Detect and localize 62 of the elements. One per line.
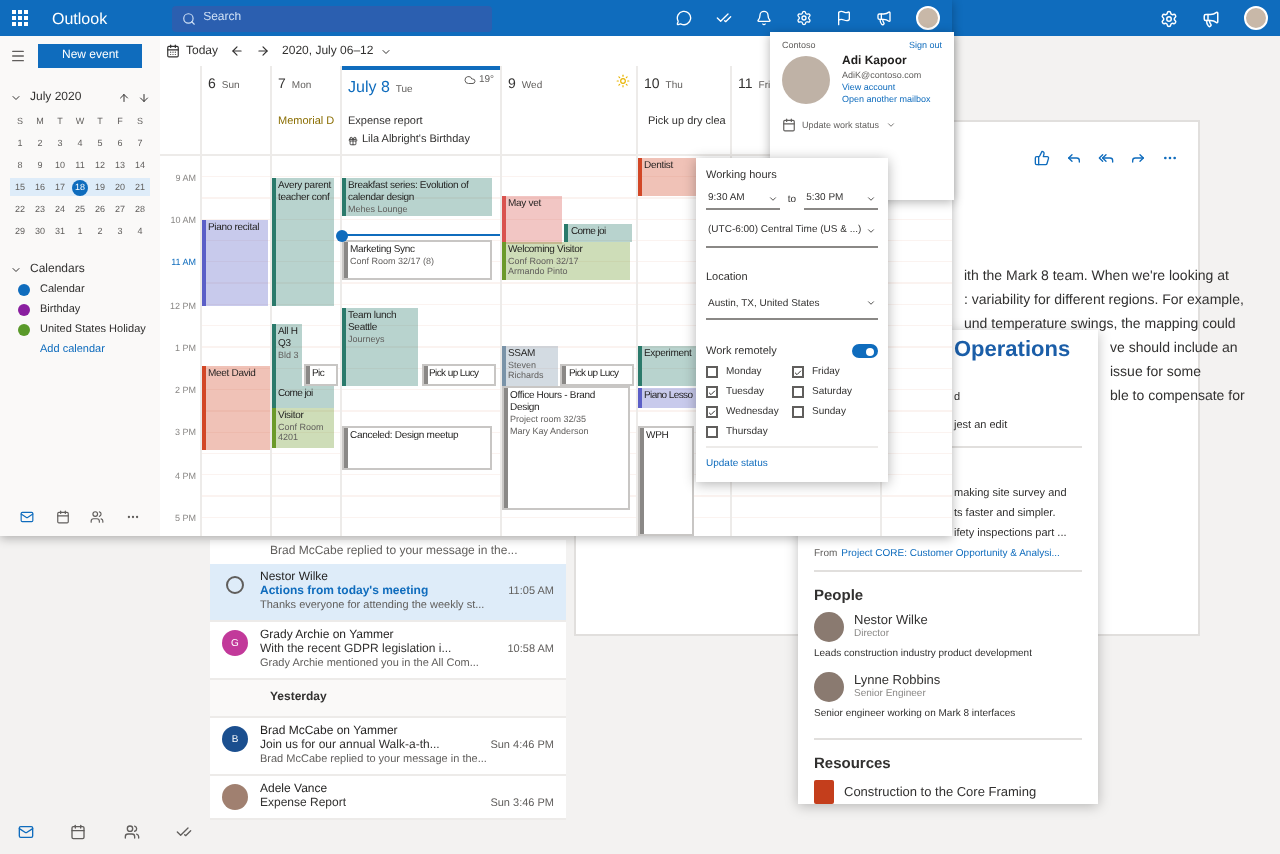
person-avatar[interactable]	[814, 672, 844, 702]
mail-icon[interactable]	[18, 824, 35, 840]
calendar-icon[interactable]	[55, 510, 70, 524]
checkbox[interactable]	[706, 406, 718, 418]
tasks-icon[interactable]	[175, 824, 192, 840]
reply-all-icon[interactable]	[1098, 150, 1114, 166]
arrow-left-icon[interactable]	[230, 44, 245, 58]
remote-toggle[interactable]	[852, 344, 878, 358]
gift-icon	[348, 135, 358, 145]
calendar-dot[interactable]	[18, 324, 30, 336]
slides-file-icon	[814, 780, 834, 804]
avatar[interactable]	[916, 6, 940, 30]
checkbox[interactable]	[792, 406, 804, 418]
forward-icon[interactable]	[1130, 150, 1146, 166]
more-icon[interactable]	[125, 510, 140, 524]
search-icon	[181, 11, 196, 25]
arrow-right-icon[interactable]	[256, 44, 271, 58]
chevron-icon[interactable]	[10, 92, 22, 104]
calendar-icon	[782, 118, 796, 132]
app-name: Outlook	[52, 9, 108, 27]
reply-icon[interactable]	[1066, 150, 1082, 166]
sun-icon	[616, 74, 630, 88]
calendar-icon[interactable]	[70, 824, 87, 840]
avatar	[222, 784, 248, 810]
chevron-icon	[866, 225, 876, 236]
calendar-dot[interactable]	[18, 284, 30, 296]
like-icon[interactable]	[1034, 150, 1050, 166]
tasks-icon[interactable]	[716, 10, 732, 26]
chevron-icon	[379, 45, 392, 57]
megaphone-icon[interactable]	[876, 10, 892, 26]
arrow-down-icon[interactable]	[138, 92, 150, 104]
chat-icon[interactable]	[676, 10, 692, 26]
people-icon[interactable]	[90, 510, 105, 524]
mail-icon[interactable]	[20, 510, 35, 524]
check-icon	[794, 367, 802, 377]
calendar-dot[interactable]	[18, 304, 30, 316]
chevron-icon	[866, 193, 877, 203]
checkbox[interactable]	[706, 386, 718, 398]
select-circle[interactable]	[226, 576, 244, 594]
profile-avatar	[782, 56, 830, 104]
topic-title: Operations	[954, 336, 1071, 366]
arrow-up-icon[interactable]	[118, 92, 130, 104]
app-launcher-icon[interactable]	[12, 10, 28, 26]
chevron-icon[interactable]	[10, 264, 22, 276]
avatar[interactable]	[1244, 6, 1268, 30]
bell-icon[interactable]	[756, 10, 772, 26]
cloud-icon	[464, 74, 477, 86]
chevron-icon	[866, 298, 876, 309]
checkbox[interactable]	[792, 366, 804, 378]
checkbox[interactable]	[706, 426, 718, 438]
chevron-icon	[767, 193, 778, 203]
settings-icon[interactable]	[796, 10, 812, 26]
chevron-icon	[885, 120, 896, 130]
checkbox[interactable]	[792, 386, 804, 398]
settings-icon[interactable]	[1160, 9, 1178, 27]
megaphone-icon[interactable]	[1202, 9, 1220, 27]
person-avatar[interactable]	[814, 612, 844, 642]
flag-icon[interactable]	[836, 10, 852, 26]
calendar-icon	[166, 44, 180, 58]
menu-icon[interactable]	[10, 48, 26, 64]
checkbox[interactable]	[706, 366, 718, 378]
people-icon[interactable]	[123, 824, 140, 840]
